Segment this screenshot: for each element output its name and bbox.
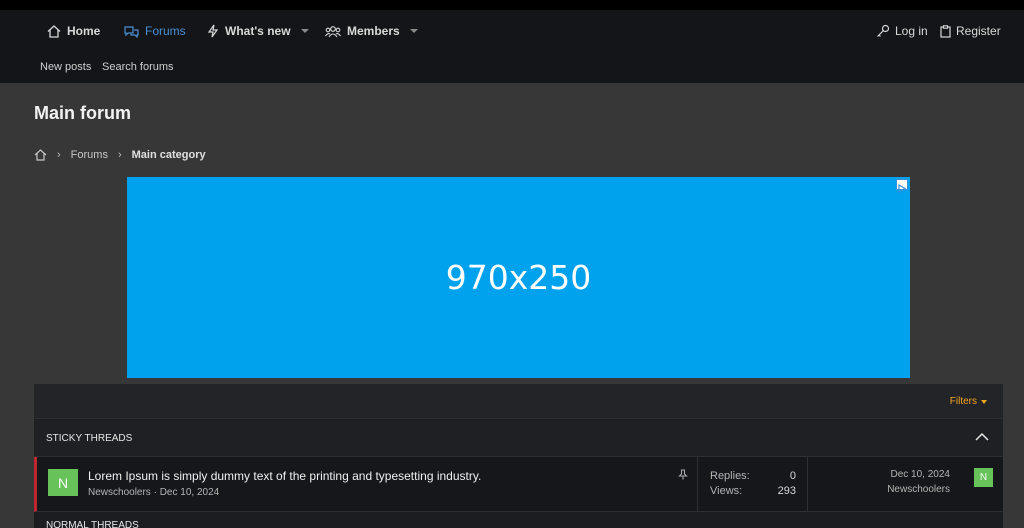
register-label: Register: [956, 24, 1001, 38]
breadcrumb-separator-icon: ›: [57, 149, 61, 161]
thread-stats: Replies: 0 Views: 293: [697, 457, 807, 511]
filters-button[interactable]: Filters: [950, 396, 987, 407]
thread-list-panel: Filters STICKY THREADS N Lorem Ipsum is …: [34, 384, 1003, 528]
bolt-icon: [207, 24, 219, 38]
sticky-threads-header: STICKY THREADS: [34, 420, 1003, 457]
last-post: Dec 10, 2024 Newschoolers N: [807, 457, 1006, 511]
forums-icon: [124, 25, 139, 38]
views-value: 293: [777, 485, 796, 497]
pin-icon: [678, 469, 688, 480]
avatar[interactable]: N: [48, 469, 78, 496]
filter-bar: Filters: [34, 384, 1003, 419]
subnav-search-forums[interactable]: Search forums: [102, 61, 174, 73]
nav-home-label: Home: [67, 24, 101, 38]
register-link[interactable]: Register: [940, 23, 1001, 39]
sticky-threads-label: STICKY THREADS: [46, 433, 133, 444]
chevron-down-icon[interactable]: [409, 29, 418, 33]
replies-value: 0: [789, 470, 796, 482]
thread-date[interactable]: Dec 10, 2024: [160, 487, 220, 498]
thread-meta: Newschoolers · Dec 10, 2024: [88, 487, 219, 498]
last-post-user[interactable]: Newschoolers: [887, 484, 950, 495]
normal-threads-header: NORMAL THREADS: [46, 520, 139, 528]
key-icon: [877, 24, 890, 37]
filters-label: Filters: [949, 396, 977, 407]
last-post-date[interactable]: Dec 10, 2024: [891, 469, 951, 480]
replies-label: Replies:: [710, 470, 750, 482]
nav-members-label: Members: [347, 24, 400, 38]
nav-forums-label: Forums: [145, 24, 186, 38]
thread-title[interactable]: Lorem Ipsum is simply dummy text of the …: [88, 469, 481, 483]
login-label: Log in: [895, 24, 928, 38]
replies-stat: Replies: 0: [710, 470, 796, 482]
breadcrumb-forums[interactable]: Forums: [71, 149, 108, 161]
ad-placeholder-label: 970x250: [445, 258, 592, 297]
navigation-bar: Home Forums What's new Members Log in Re…: [0, 10, 1024, 83]
avatar[interactable]: N: [974, 468, 993, 487]
table-row[interactable]: N Lorem Ipsum is simply dummy text of th…: [34, 457, 1003, 512]
home-icon: [47, 24, 61, 38]
nav-forums[interactable]: Forums: [124, 23, 186, 39]
page-title: Main forum: [34, 103, 131, 123]
clipboard-icon: [940, 24, 951, 38]
breadcrumb: › Forums › Main category: [34, 148, 206, 162]
ad-banner[interactable]: 970x250: [127, 177, 910, 378]
login-link[interactable]: Log in: [876, 23, 928, 39]
subnav-new-posts[interactable]: New posts: [40, 61, 91, 73]
views-label: Views:: [710, 485, 743, 497]
members-icon: [325, 25, 341, 37]
home-icon[interactable]: [34, 149, 47, 161]
nav-members[interactable]: Members: [325, 23, 418, 39]
chevron-down-icon: [981, 399, 987, 404]
chevron-down-icon[interactable]: [300, 29, 309, 33]
top-strip: [0, 0, 1024, 10]
breadcrumb-current[interactable]: Main category: [132, 149, 206, 161]
chevron-up-icon[interactable]: [975, 432, 989, 442]
views-stat: Views: 293: [710, 485, 796, 497]
nav-home[interactable]: Home: [47, 23, 100, 39]
nav-whats-new-label: What's new: [225, 24, 291, 38]
adchoices-icon[interactable]: [896, 179, 908, 194]
thread-author[interactable]: Newschoolers: [88, 487, 151, 498]
breadcrumb-separator-icon: ›: [117, 149, 122, 161]
nav-whats-new[interactable]: What's new: [207, 23, 309, 39]
